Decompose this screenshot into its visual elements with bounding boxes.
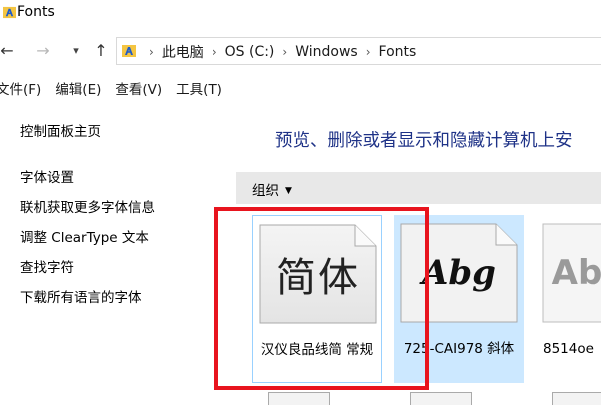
organize-button[interactable]: 组织 ▼: [252, 179, 292, 199]
font-preview: Ab: [542, 223, 601, 323]
font-file-icon: [410, 392, 472, 405]
organize-label: 组织: [252, 183, 279, 199]
menu-file[interactable]: 文件(F): [0, 78, 41, 100]
menu-edit[interactable]: 编辑(E): [55, 78, 101, 100]
page-title: 预览、删除或者显示和隐藏计算机上安: [275, 131, 573, 151]
menu-bar: 文件(F) 编辑(E) 查看(V) 工具(T): [0, 78, 236, 100]
recent-locations-chevron-icon[interactable]: ▾: [70, 41, 82, 61]
up-arrow-icon[interactable]: ↑: [92, 41, 110, 61]
get-more-font-info-link[interactable]: 联机获取更多字体信息: [20, 196, 155, 216]
back-arrow-icon[interactable]: ←: [0, 41, 14, 61]
find-character-link[interactable]: 查找字符: [20, 256, 74, 276]
menu-tools[interactable]: 工具(T): [176, 78, 222, 100]
font-preview-text: Ab: [551, 253, 601, 293]
font-preview-text: Abg: [422, 253, 496, 293]
font-settings-link[interactable]: 字体设置: [20, 166, 74, 186]
breadcrumb-os-c[interactable]: OS (C:): [225, 44, 275, 60]
menu-view[interactable]: 查看(V): [115, 78, 162, 100]
address-bar[interactable]: › 此电脑 › OS (C:) › Windows › Fonts: [116, 37, 601, 65]
font-file-icon: [268, 392, 330, 405]
breadcrumb-fonts[interactable]: Fonts: [379, 44, 417, 60]
command-bar: 组织 ▼: [236, 172, 601, 204]
highlight-box: [214, 207, 429, 390]
font-file-icon: [552, 392, 601, 405]
breadcrumb-this-pc[interactable]: 此电脑: [162, 42, 204, 62]
chevron-right-icon[interactable]: ›: [149, 45, 154, 59]
caret-down-icon: ▼: [285, 186, 292, 196]
breadcrumb-windows[interactable]: Windows: [295, 44, 358, 60]
control-panel-home-link[interactable]: 控制面板主页: [20, 120, 101, 140]
chevron-right-icon[interactable]: ›: [366, 45, 371, 59]
fonts-folder-icon: [122, 45, 136, 57]
chevron-right-icon[interactable]: ›: [282, 45, 287, 59]
adjust-cleartype-link[interactable]: 调整 ClearType 文本: [20, 226, 149, 246]
chevron-right-icon[interactable]: ›: [212, 45, 217, 59]
window-title: Fonts: [17, 4, 55, 20]
title-bar: Fonts: [0, 0, 601, 26]
fonts-folder-icon: [3, 6, 16, 19]
breadcrumb: › 此电脑 › OS (C:) › Windows › Fonts: [141, 42, 416, 62]
font-tile[interactable]: Ab 8514oe: [536, 215, 601, 383]
forward-arrow-icon[interactable]: →: [34, 41, 52, 61]
font-name: 8514oe: [543, 341, 594, 357]
download-all-fonts-link[interactable]: 下载所有语言的字体: [20, 286, 142, 306]
